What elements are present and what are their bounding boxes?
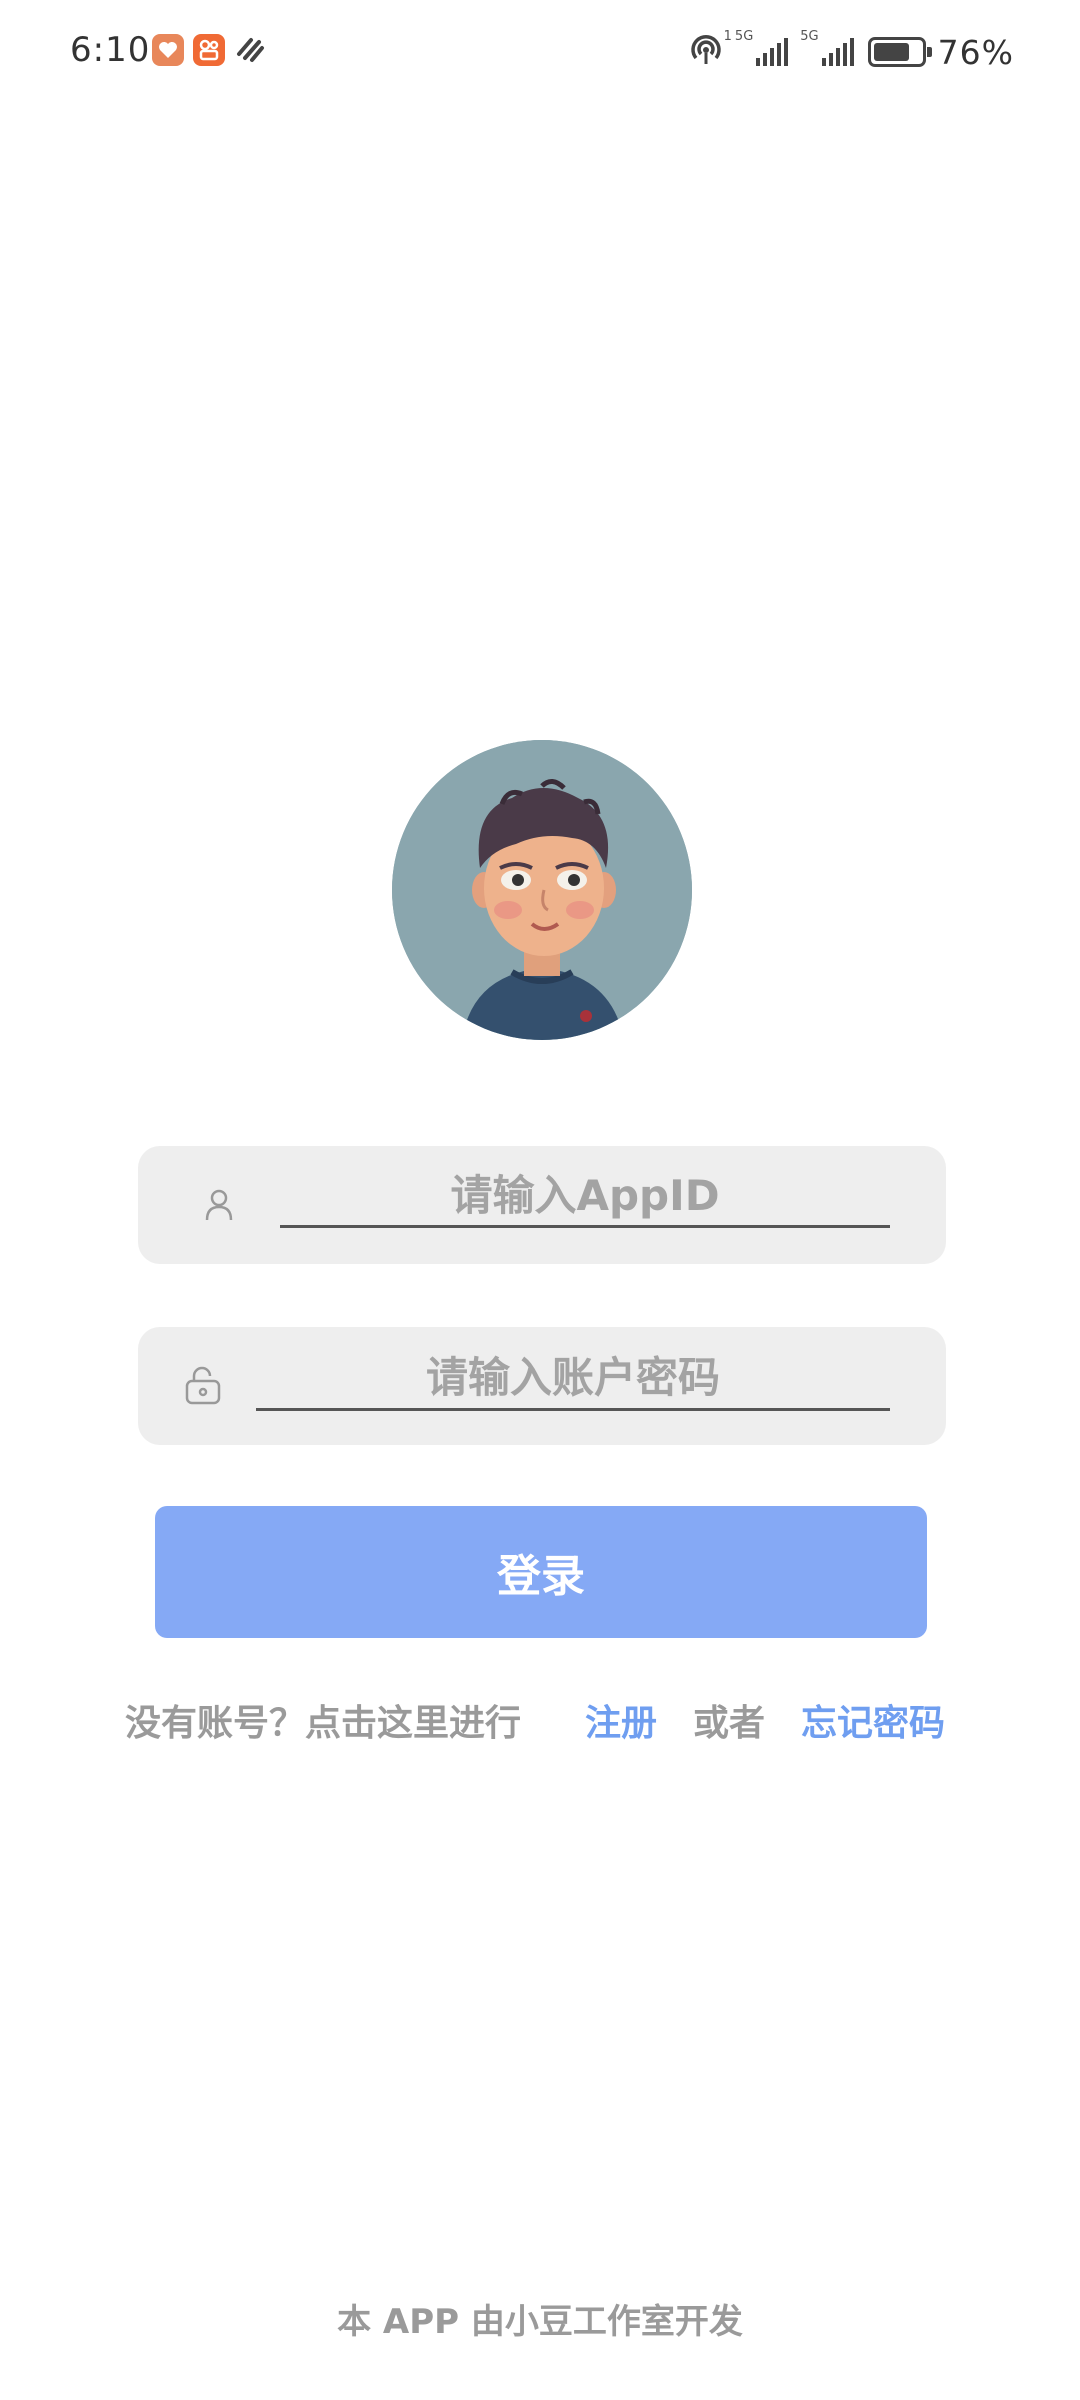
bracelet-app-icon: [234, 34, 266, 66]
signal-icon-2: [821, 38, 854, 66]
register-link[interactable]: 注册: [585, 1694, 657, 1746]
kuaishou-app-icon: [193, 34, 225, 66]
or-text: 或者: [693, 1703, 766, 1744]
lock-icon: [184, 1365, 222, 1409]
user-icon: [204, 1188, 234, 1226]
battery-icon: [867, 37, 932, 67]
status-time: 6:10: [70, 30, 151, 70]
health-app-icon: [152, 34, 184, 66]
hotspot-icon: [688, 32, 724, 72]
network-type-1: 5G: [734, 29, 754, 44]
appid-input[interactable]: [280, 1166, 890, 1228]
footer-credit: 本 APP 由小豆工作室开发: [337, 2302, 743, 2342]
appid-field-container: [138, 1146, 946, 1264]
avatar: [392, 740, 692, 1040]
password-field-container: [138, 1327, 946, 1445]
account-help-row: 没有账号？点击这里进行 注册 或者 忘记密码: [0, 1694, 1080, 1750]
battery-percent: 76%: [937, 32, 1014, 72]
password-input[interactable]: [256, 1347, 890, 1411]
no-account-text: 没有账号？点击这里进行: [125, 1703, 522, 1744]
login-button[interactable]: 登录: [155, 1506, 927, 1638]
signal-icon: [756, 38, 789, 66]
status-bar: 6:10 1 5G 5G 76%: [0, 0, 1080, 104]
network-type-2: 5G: [800, 29, 819, 44]
forgot-password-link[interactable]: 忘记密码: [801, 1694, 945, 1746]
status-indicators: 1 5G 5G 76%: [688, 30, 1014, 74]
